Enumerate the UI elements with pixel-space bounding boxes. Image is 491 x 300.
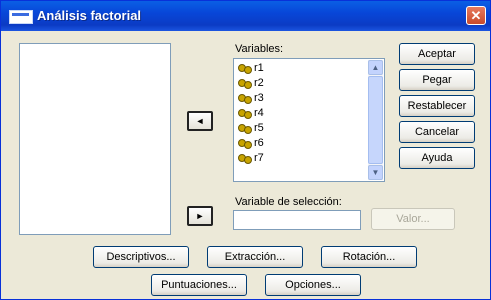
window-icon (9, 10, 33, 24)
arrow-right-icon: ► (195, 211, 205, 221)
scale-variable-icon (238, 123, 252, 135)
variable-label: r4 (254, 107, 264, 119)
cancel-button[interactable]: Cancelar (399, 121, 475, 143)
variable-label: r3 (254, 92, 264, 104)
selection-variable-field[interactable] (233, 210, 361, 230)
variable-item[interactable]: r1 (238, 61, 264, 76)
variable-item[interactable]: r5 (238, 121, 264, 136)
help-button[interactable]: Ayuda (399, 147, 475, 169)
window-title: Análisis factorial (37, 8, 142, 23)
variable-label: r7 (254, 152, 264, 164)
options-button[interactable]: Opciones... (265, 274, 361, 296)
close-button[interactable]: ✕ (466, 6, 486, 25)
variable-label: r5 (254, 122, 264, 134)
variables-scrollbar[interactable]: ▲ ▼ (368, 60, 383, 180)
arrow-left-icon: ◄ (195, 116, 205, 126)
descriptives-button[interactable]: Descriptivos... (93, 246, 189, 268)
rotation-button[interactable]: Rotación... (321, 246, 417, 268)
variable-label: r6 (254, 137, 264, 149)
variable-label: r1 (254, 62, 264, 74)
variable-item[interactable]: r3 (238, 91, 264, 106)
value-button[interactable]: Valor... (371, 208, 455, 230)
move-to-selection-button[interactable]: ► (187, 206, 213, 226)
reset-button[interactable]: Restablecer (399, 95, 475, 117)
variables-label: Variables: (235, 43, 284, 55)
selection-variable-label: Variable de selección: (235, 196, 342, 208)
factor-analysis-dialog: Análisis factorial ✕ ◄ ► Variables: r1 r2… (0, 0, 491, 300)
paste-button[interactable]: Pegar (399, 69, 475, 91)
scroll-thumb[interactable] (368, 76, 383, 164)
scroll-up-icon[interactable]: ▲ (368, 60, 383, 75)
scale-variable-icon (238, 108, 252, 120)
variable-item[interactable]: r7 (238, 151, 264, 166)
scale-variable-icon (238, 138, 252, 150)
variable-label: r2 (254, 77, 264, 89)
scroll-down-icon[interactable]: ▼ (368, 165, 383, 180)
variable-item[interactable]: r6 (238, 136, 264, 151)
accept-button[interactable]: Aceptar (399, 43, 475, 65)
title-bar[interactable]: Análisis factorial ✕ (1, 1, 490, 31)
scale-variable-icon (238, 93, 252, 105)
scores-button[interactable]: Puntuaciones... (151, 274, 247, 296)
scale-variable-icon (238, 153, 252, 165)
move-to-variables-button[interactable]: ◄ (187, 111, 213, 131)
scale-variable-icon (238, 78, 252, 90)
scale-variable-icon (238, 63, 252, 75)
variables-list[interactable]: r1 r2 r3 r4 r5 r6 r7 ▲ ▼ (233, 58, 385, 182)
source-variable-list[interactable] (19, 43, 171, 235)
variable-item[interactable]: r2 (238, 76, 264, 91)
extraction-button[interactable]: Extracción... (207, 246, 303, 268)
variable-item[interactable]: r4 (238, 106, 264, 121)
